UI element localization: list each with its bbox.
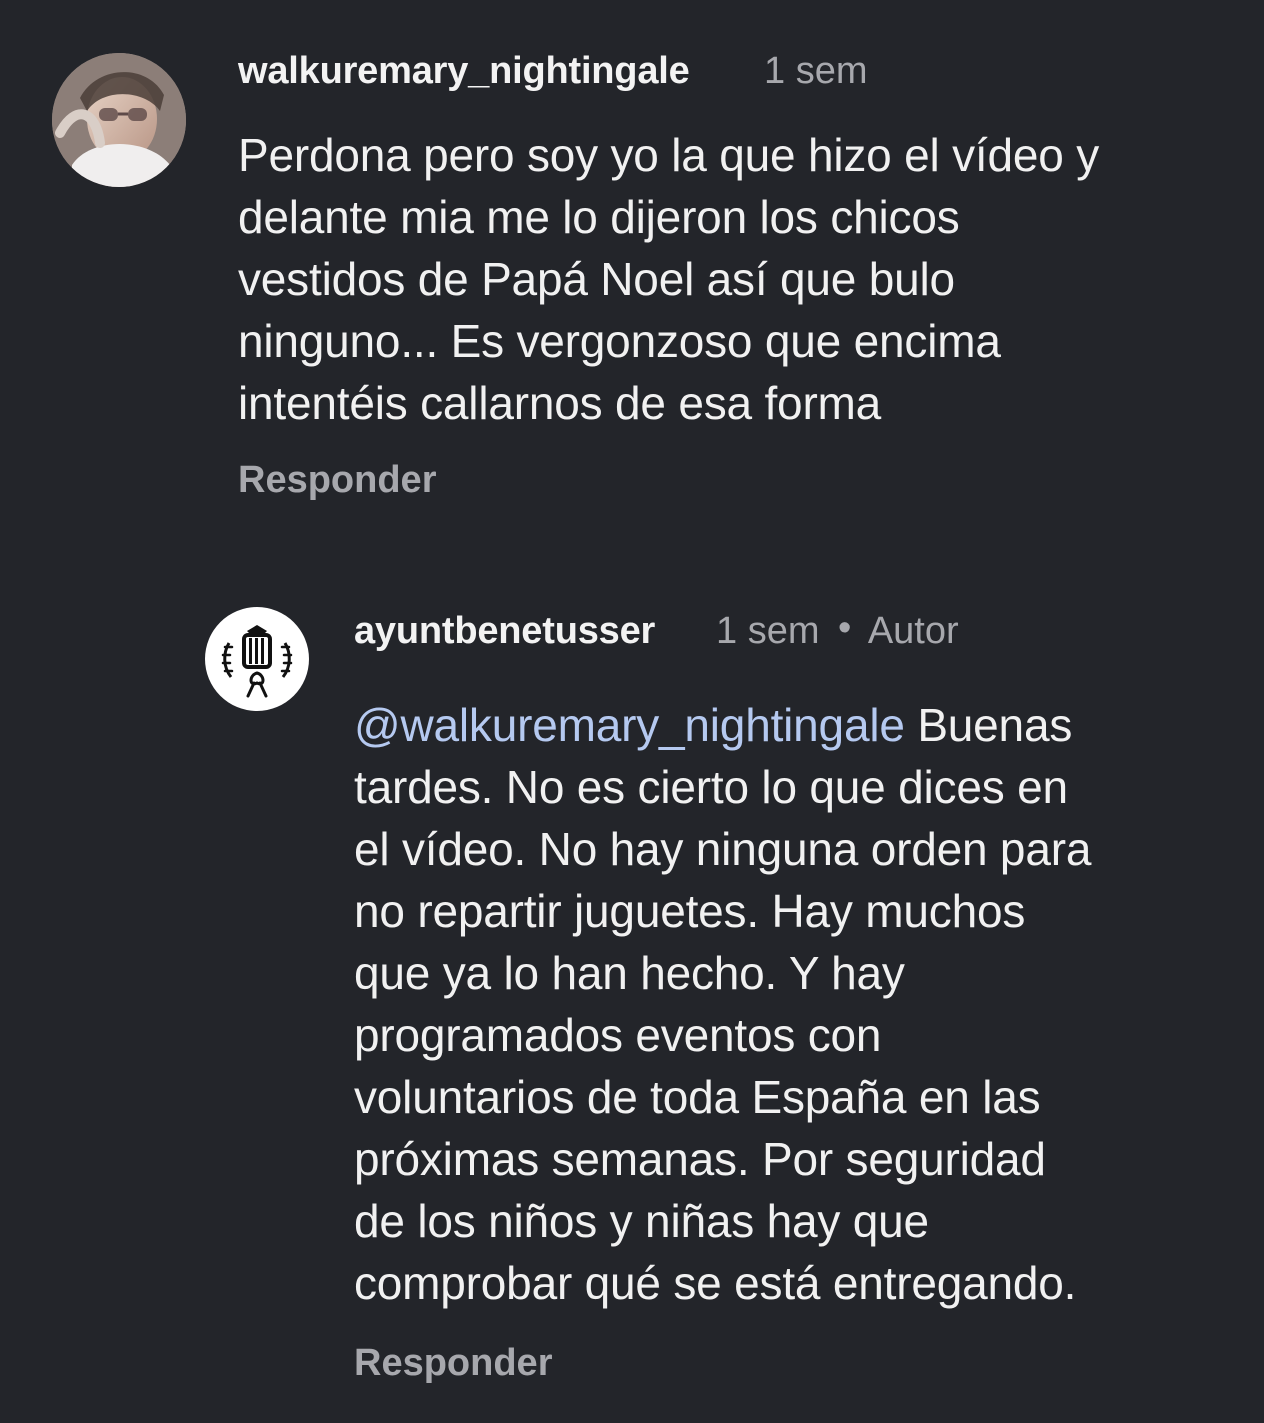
reply-button[interactable]: Responder — [354, 1342, 552, 1385]
reply-time-label: 1 sem — [716, 610, 820, 652]
avatar[interactable] — [205, 607, 309, 711]
reply-time: 1 sem • Autor — [716, 607, 959, 653]
municipal-emblem-icon — [207, 609, 307, 709]
comment-username[interactable]: walkuremary_nightingale — [238, 50, 690, 93]
comment-text: Perdona pero soy yo la que hizo el vídeo… — [238, 129, 1100, 429]
author-badge: Autor — [867, 610, 959, 652]
reply-text-body: Buenas tardes. No es cierto lo que dices… — [354, 699, 1092, 1309]
reply-username[interactable]: ayuntbenetusser — [354, 610, 655, 653]
avatar[interactable] — [52, 53, 186, 187]
separator-dot: • — [838, 607, 852, 649]
comment-time: 1 sem — [764, 50, 868, 92]
reply-button[interactable]: Responder — [238, 459, 436, 502]
user-photo-icon — [52, 53, 186, 187]
reply-text: @walkuremary_nightingale Buenas tardes. … — [354, 694, 1234, 1314]
mention-link[interactable]: @walkuremary_nightingale — [354, 699, 905, 751]
